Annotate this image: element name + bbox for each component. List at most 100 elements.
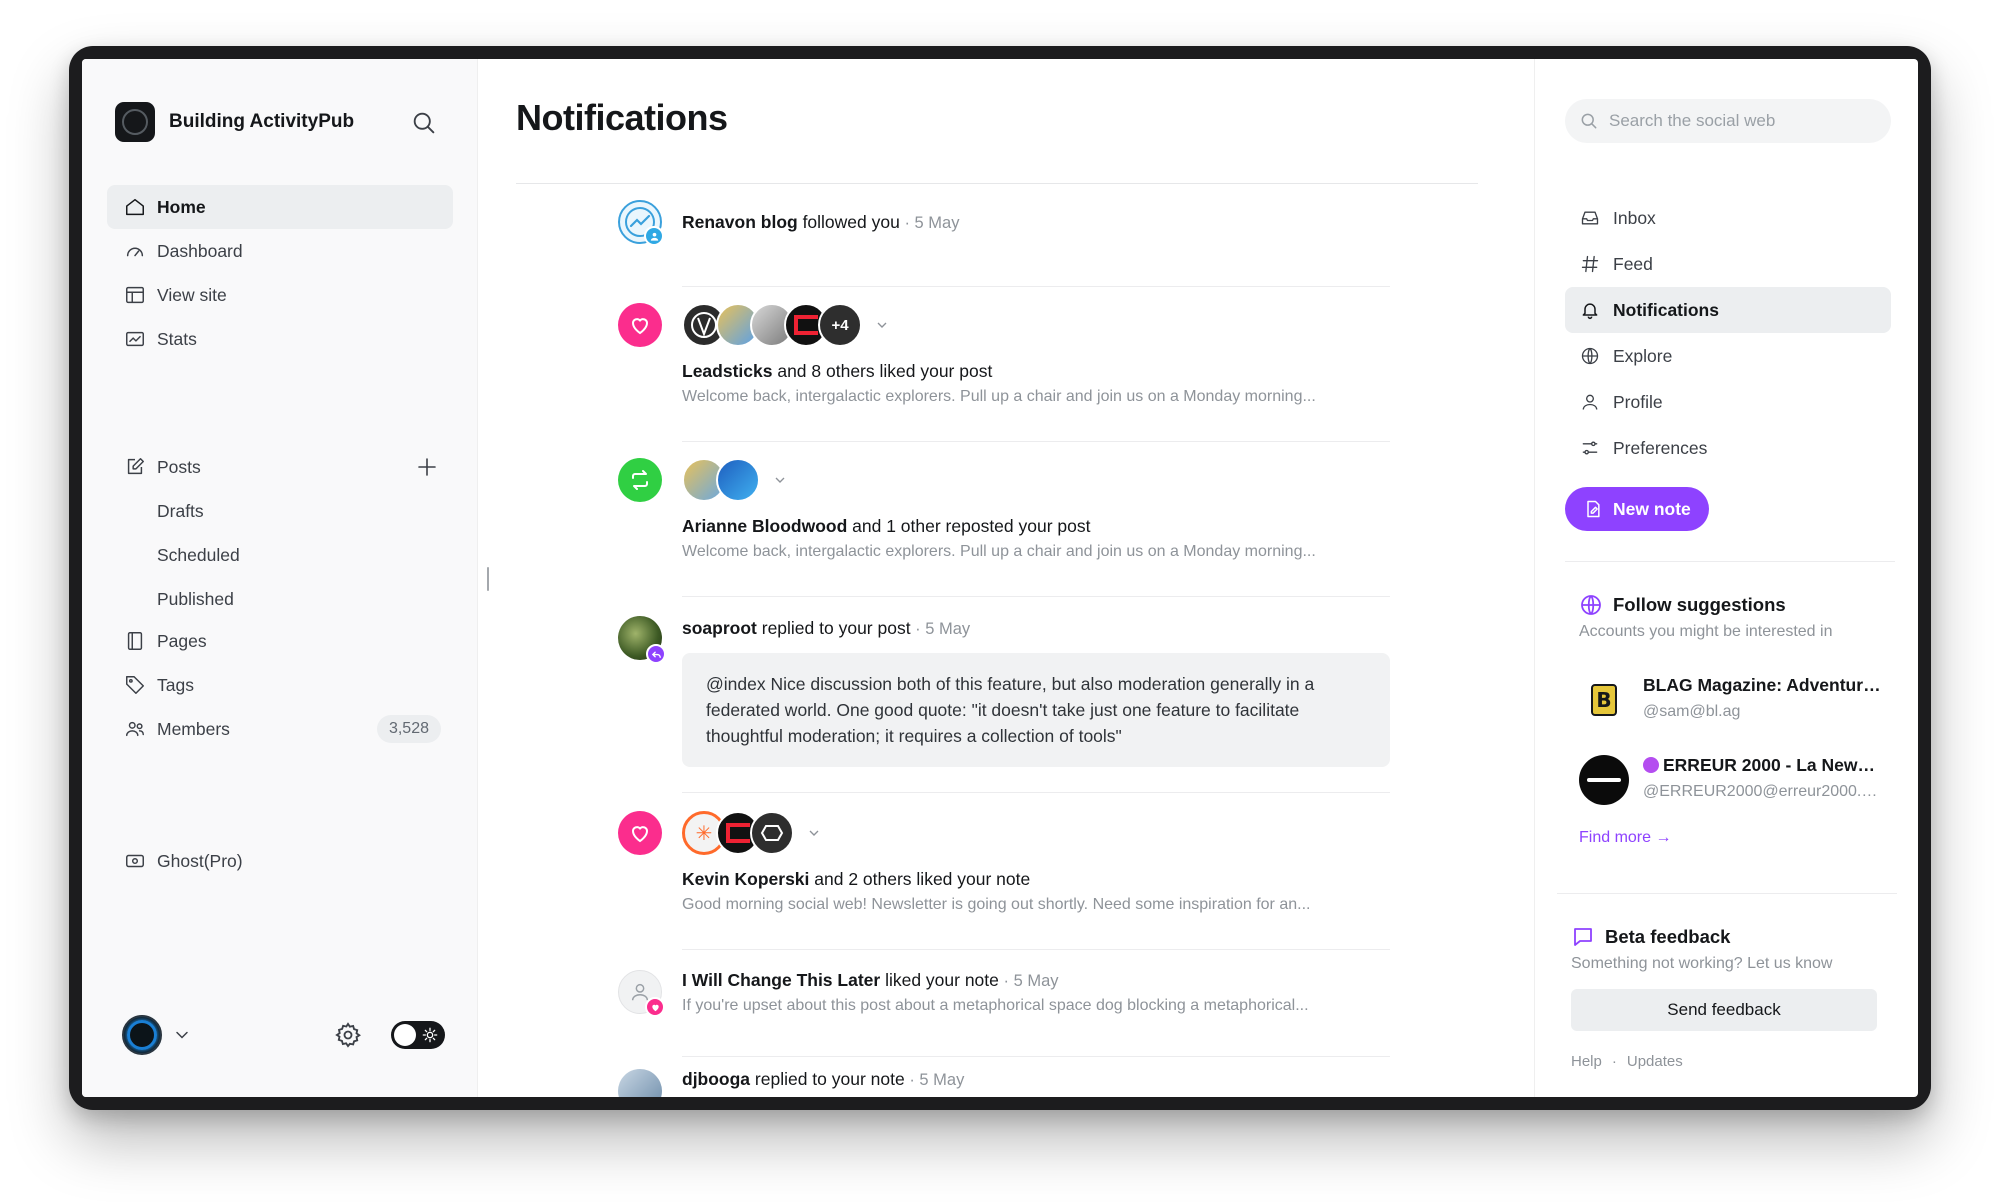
notification-text: djbooga replied to your note · 5 May [682, 1069, 965, 1089]
nav-label: Feed [1613, 253, 1653, 274]
reply-content: @index Nice discussion both of this feat… [682, 653, 1390, 767]
suggested-account[interactable]: ERREUR 2000 - La Newsletter @ERREUR2000@… [1579, 753, 1883, 805]
heart-icon [631, 318, 649, 335]
primary-nav: Home Dashboard View site Stats [107, 185, 453, 361]
find-more-link[interactable]: Find more → [1579, 829, 1671, 847]
send-feedback-button[interactable]: Send feedback [1571, 989, 1877, 1031]
sidebar-item-ghost-pro[interactable]: Ghost(Pro) [107, 839, 453, 883]
sidebar-item-dashboard[interactable]: Dashboard [107, 229, 453, 273]
nav-profile[interactable]: Profile [1565, 379, 1891, 425]
chevron-down-icon[interactable] [172, 1025, 192, 1045]
sidebar-item-label: Pages [157, 630, 207, 651]
account-bar [122, 1015, 445, 1055]
sidebar-item-label: Ghost(Pro) [157, 850, 243, 871]
plus-icon[interactable] [415, 455, 439, 479]
site-brand[interactable]: Building ActivityPub [115, 102, 354, 142]
nav-explore[interactable]: Explore [1565, 333, 1891, 379]
notification-follow[interactable]: Renavon blog followed you · 5 May [618, 200, 1390, 288]
account-handle: @ERREUR2000@erreur2000.com [1643, 783, 1883, 800]
avatar[interactable] [122, 1015, 162, 1055]
post-excerpt: Good morning social web! Newsletter is g… [682, 896, 1311, 913]
search-icon[interactable] [410, 109, 438, 137]
sun-icon [422, 1027, 438, 1043]
footer-links: Help · Updates [1571, 1053, 1683, 1070]
notification-repost[interactable]: Arianne Bloodwood and 1 other reposted y… [618, 458, 1390, 598]
ghost-pro-icon [123, 849, 147, 873]
theme-toggle[interactable] [391, 1021, 445, 1049]
section-title: Beta feedback [1605, 926, 1731, 947]
beta-feedback-title: Beta feedback [1571, 925, 1730, 949]
nav-inbox[interactable]: Inbox [1565, 195, 1891, 241]
social-search[interactable] [1565, 99, 1891, 143]
avatar [750, 811, 794, 855]
sidebar-item-view-site[interactable]: View site [107, 273, 453, 317]
notification-reply[interactable]: djbooga replied to your note · 5 May [618, 1069, 1390, 1097]
suggested-account[interactable]: B BLAG Magazine: Adventures in Independe… [1579, 673, 1883, 725]
new-note-button[interactable]: New note [1565, 487, 1709, 531]
notification-text: Renavon blog followed you · 5 May [682, 212, 960, 232]
content-nav: Pages Tags Members 3,528 [107, 619, 453, 751]
sidebar-item-tags[interactable]: Tags [107, 663, 453, 707]
actor-name[interactable]: Kevin Koperski [682, 869, 809, 889]
sidebar-item-drafts[interactable]: Drafts [107, 489, 453, 533]
nav-label: Profile [1613, 391, 1663, 412]
actor-name[interactable]: Renavon blog [682, 212, 798, 232]
actor-name[interactable]: Leadsticks [682, 361, 772, 381]
actor-name[interactable]: soaproot [682, 618, 757, 638]
notification-text: Arianne Bloodwood and 1 other reposted y… [682, 516, 1390, 537]
search-input[interactable] [1609, 111, 1869, 131]
notification-text: Leadsticks and 8 others liked your post [682, 361, 1390, 382]
gear-icon[interactable] [334, 1021, 362, 1049]
notification-text: I Will Change This Later liked your note… [682, 970, 1059, 990]
chevron-down-icon[interactable] [772, 472, 788, 488]
sidebar-item-posts[interactable]: Posts [107, 445, 453, 489]
timestamp: 5 May [1013, 972, 1059, 990]
sidebar-item-stats[interactable]: Stats [107, 317, 453, 361]
post-excerpt: Welcome back, intergalactic explorers. P… [682, 543, 1316, 560]
action-text: liked your note [880, 970, 999, 990]
sidebar-item-members[interactable]: Members 3,528 [107, 707, 453, 751]
new-note-label: New note [1613, 498, 1691, 519]
divider [682, 792, 1390, 793]
members-icon [123, 717, 147, 741]
inbox-icon [1579, 207, 1601, 229]
post-excerpt: If you're upset about this post about a … [682, 997, 1309, 1014]
globe-icon [1581, 595, 1601, 615]
nav-notifications[interactable]: Notifications [1565, 287, 1891, 333]
actor-name[interactable]: Arianne Bloodwood [682, 516, 847, 536]
sidebar-item-published[interactable]: Published [107, 577, 453, 621]
help-link[interactable]: Help [1571, 1053, 1602, 1070]
nav-feed[interactable]: Feed [1565, 241, 1891, 287]
actor-name[interactable]: I Will Change This Later [682, 970, 880, 990]
notification-like[interactable]: +4 Leadsticks and 8 others liked your po… [618, 303, 1390, 443]
action-text: replied to your note [750, 1069, 905, 1089]
avatar-stack[interactable]: +4 [682, 303, 1390, 347]
nav-preferences[interactable]: Preferences [1565, 425, 1891, 471]
message-icon [1574, 928, 1592, 946]
posts-nav: Posts Drafts Scheduled Published [107, 445, 453, 621]
sidebar-item-pages[interactable]: Pages [107, 619, 453, 663]
divider [1557, 893, 1897, 894]
updates-link[interactable]: Updates [1627, 1053, 1683, 1070]
chevron-down-icon[interactable] [874, 317, 890, 333]
sidebar-item-scheduled[interactable]: Scheduled [107, 533, 453, 577]
search-icon [1581, 113, 1597, 129]
globe-icon [1579, 345, 1601, 367]
like-badge [618, 811, 662, 855]
device-frame: Building ActivityPub Home Dashboard View… [69, 46, 1931, 1110]
sidebar-item-label: Drafts [157, 500, 204, 521]
actor-name[interactable]: djbooga [682, 1069, 750, 1089]
sidebar-item-home[interactable]: Home [107, 185, 453, 229]
chevron-down-icon[interactable] [806, 825, 822, 841]
avatar [618, 1069, 662, 1097]
notification-like[interactable]: ✳ Kevin Koperski and 2 others liked your… [618, 811, 1390, 951]
avatar-stack[interactable] [682, 458, 1390, 502]
layout-icon [123, 283, 147, 307]
avatar [716, 458, 760, 502]
avatar-stack[interactable]: ✳ [682, 811, 1390, 855]
repost-badge [618, 458, 662, 502]
avatar [1579, 755, 1629, 805]
notification-like[interactable]: I Will Change This Later liked your note… [618, 970, 1390, 1070]
notification-reply[interactable]: soaproot replied to your post · 5 May @i… [618, 616, 1390, 816]
beta-feedback-subtitle: Something not working? Let us know [1571, 955, 1833, 972]
